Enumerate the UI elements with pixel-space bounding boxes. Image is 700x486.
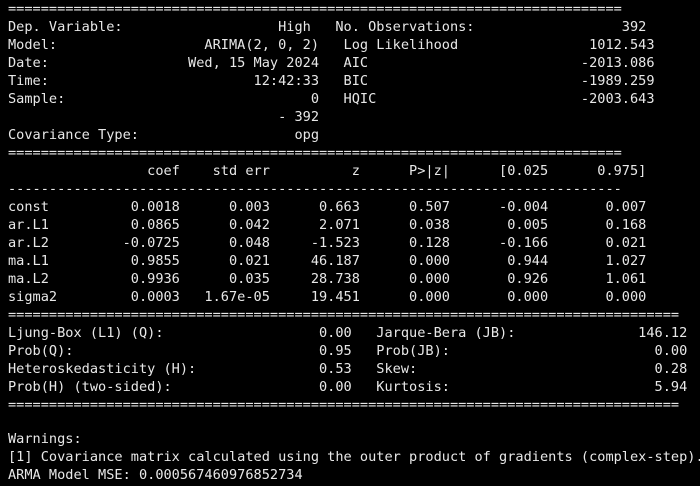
diagnostic-line: Heteroskedasticity (H): 0.53 Skew: 0.28 (8, 361, 688, 377)
header-line: Time: 12:42:33 BIC -1989.259 (8, 73, 655, 89)
separator-single: ----------------------------------------… (8, 181, 622, 197)
coef-row: ma.L1 0.9855 0.021 46.187 0.000 0.944 1.… (8, 253, 647, 269)
coef-row: sigma2 0.0003 1.67e-05 19.451 0.000 0.00… (8, 289, 647, 305)
separator-double-wide: ========================================… (8, 397, 680, 413)
header-line: - 392 (8, 109, 647, 125)
header-line: Dep. Variable: High No. Observations: 39… (8, 19, 647, 35)
mse-line: ARMA Model MSE: 0.000567460976852734 (8, 467, 303, 483)
diagnostic-line: Prob(H) (two-sided): 0.00 Kurtosis: 5.94 (8, 379, 688, 395)
coef-row: ma.L2 0.9936 0.035 28.738 0.000 0.926 1.… (8, 271, 647, 287)
separator-double-wide: ========================================… (8, 307, 680, 323)
coef-row: ar.L1 0.0865 0.042 2.071 0.038 0.005 0.1… (8, 217, 647, 233)
diagnostic-line: Prob(Q): 0.95 Prob(JB): 0.00 (8, 343, 688, 359)
console-output: ========================================… (0, 0, 700, 486)
separator-double: ========================================… (8, 145, 622, 161)
header-line: Model: ARIMA(2, 0, 2) Log Likelihood 101… (8, 37, 655, 53)
header-line: Covariance Type: opg (8, 127, 647, 143)
separator-top: ========================================… (8, 1, 622, 17)
warnings-title: Warnings: (8, 431, 82, 447)
header-line: Sample: 0 HQIC -2003.643 (8, 91, 655, 107)
diagnostic-line: Ljung-Box (L1) (Q): 0.00 Jarque-Bera (JB… (8, 325, 688, 341)
coef-row: const 0.0018 0.003 0.663 0.507 -0.004 0.… (8, 199, 647, 215)
header-line: Date: Wed, 15 May 2024 AIC -2013.086 (8, 55, 655, 71)
warning-line: [1] Covariance matrix calculated using t… (8, 449, 700, 465)
coef-row: ar.L2 -0.0725 0.048 -1.523 0.128 -0.166 … (8, 235, 647, 251)
coef-table-header: coef std err z P>|z| [0.025 0.975] (8, 163, 647, 179)
